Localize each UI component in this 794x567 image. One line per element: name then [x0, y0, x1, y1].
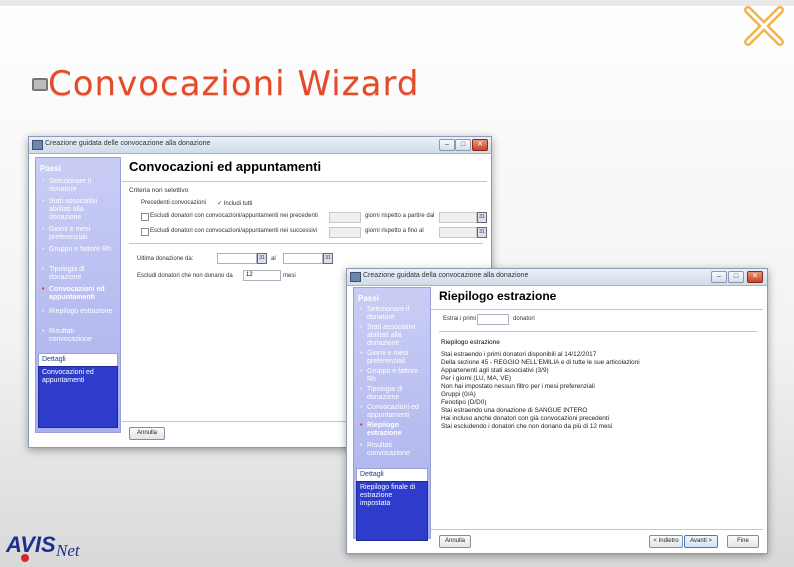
summary-line: Appartenenti agli stati associativi (3/9…	[441, 367, 549, 374]
previous-convocations-label: Precedenti convocazioni	[141, 200, 207, 206]
net-logo-text: Net	[55, 541, 81, 560]
sidebar-header: Passi	[358, 294, 379, 303]
step-1[interactable]: Selezionare il donatore	[42, 178, 115, 194]
slide-title: Convocazioni Wizard	[48, 64, 420, 104]
step-4[interactable]: Gruppo e fattore Rh	[360, 368, 427, 384]
app-icon	[32, 140, 43, 150]
summary-line: Hai incluso anche donatori con già convo…	[441, 415, 610, 422]
page-heading: Riepilogo estrazione	[439, 289, 557, 303]
exclude-future-checkbox[interactable]	[141, 228, 149, 236]
summary-line: Stai escludendo i donatori che non donan…	[441, 423, 613, 430]
calendar-icon[interactable]: 31	[323, 253, 333, 264]
exclude-previous-checkbox[interactable]	[141, 213, 149, 221]
heading-divider	[122, 181, 487, 182]
donors-label: donatori	[513, 316, 535, 322]
summary-line: Stai estraendo i primi donatori disponib…	[441, 351, 597, 358]
section-divider	[129, 243, 483, 244]
summary-title: Riepilogo estrazione	[441, 339, 500, 346]
details-box: Convocazioni ed appuntamenti	[38, 366, 118, 428]
back-button[interactable]: < Indietro	[649, 535, 683, 548]
step-2[interactable]: Stati associativi abilitati alla donazio…	[360, 324, 427, 348]
avis-logo-text: AVIS	[5, 532, 56, 557]
footer-divider	[431, 529, 763, 530]
step-6-active[interactable]: Convocazioni ed appuntamenti	[42, 286, 115, 302]
exclude-previous-days-label: giorni rispetto a partire dal	[365, 213, 435, 219]
exclude-future-label: Escludi donatori con convocazioni/appunt…	[150, 228, 318, 234]
details-header: Dettagli	[38, 353, 118, 367]
last-donation-to[interactable]	[283, 253, 323, 264]
details-box: Riepilogo finale di estrazione impostata	[356, 481, 428, 541]
step-4[interactable]: Gruppo e fattore Rh	[42, 246, 115, 254]
window-title: Creazione guidata della convocazione all…	[363, 272, 529, 279]
minimize-button[interactable]: –	[439, 139, 455, 151]
exclude-future-days-label: giorni rispetto a fino al	[365, 228, 424, 234]
summary-line: Gruppi (0/A)	[441, 391, 476, 398]
wizard-sidebar: Passi Selezionare il donatore Stati asso…	[353, 287, 431, 541]
section-divider	[439, 331, 757, 332]
first-n-input[interactable]	[477, 314, 509, 325]
wizard-sidebar: Passi Selezionare il donatore Stati asso…	[35, 157, 121, 433]
maximize-button[interactable]: □	[455, 139, 471, 151]
step-2[interactable]: Stati associativi abilitati alla donazio…	[42, 198, 115, 222]
step-6[interactable]: Convocazioni ed appuntamenti	[360, 404, 427, 420]
finish-button[interactable]: Fine	[727, 535, 759, 548]
summary-line: Della sezione 45 - REGGIO NELL'EMILIA e …	[441, 359, 640, 366]
calendar-icon[interactable]: 31	[477, 212, 487, 223]
x-logo-icon	[744, 6, 784, 46]
details-header: Dettagli	[356, 468, 428, 482]
summary-panel: Riepilogo estrazione Stai estraendo i pr…	[439, 337, 759, 533]
slide-top-strip	[0, 0, 794, 6]
window-icon	[32, 78, 48, 91]
to-label: al	[271, 256, 276, 262]
last-donation-label: Ultima donazione da:	[137, 256, 194, 262]
exclude-months-label: Escludi donatori che non donano da	[137, 273, 233, 279]
maximize-button[interactable]: □	[728, 271, 744, 283]
step-3[interactable]: Giorni e mesi preferenziali	[42, 226, 115, 242]
cancel-button[interactable]: Annulla	[129, 427, 165, 440]
window-title: Creazione guidata delle convocazione all…	[45, 140, 211, 147]
avis-net-logo: AVIS Net	[5, 532, 81, 562]
heading-divider	[431, 309, 763, 310]
summary-line: Non hai impostato nessun filtro per i me…	[441, 383, 595, 390]
months-unit: mesi	[283, 273, 296, 279]
page-heading: Convocazioni ed appuntamenti	[129, 159, 322, 174]
step-5[interactable]: Tipologia di donazione	[42, 266, 115, 282]
summary-line: Stai estraendo una donazione di SANGUE I…	[441, 407, 588, 414]
step-7-active[interactable]: Riepilogo estrazione	[360, 422, 427, 438]
minimize-button[interactable]: –	[711, 271, 727, 283]
step-1[interactable]: Selezionare il donatore	[360, 306, 427, 322]
step-7[interactable]: Riepilogo estrazione	[42, 308, 115, 316]
step-8[interactable]: Risultati convocazione	[42, 328, 115, 344]
window-titlebar: Creazione guidata della convocazione all…	[347, 269, 767, 286]
close-button[interactable]: ✕	[747, 271, 763, 283]
step-8[interactable]: Risultati convocazione	[360, 442, 427, 458]
last-donation-from[interactable]	[217, 253, 257, 264]
exclude-future-date[interactable]	[439, 227, 477, 238]
app-icon	[350, 272, 361, 282]
sidebar-header: Passi	[40, 164, 61, 173]
exclude-previous-date[interactable]	[439, 212, 477, 223]
calendar-icon[interactable]: 31	[477, 227, 487, 238]
criteria-label: Criteria non selettivo	[129, 187, 189, 194]
exclude-months-input[interactable]: 12	[243, 270, 281, 281]
summary-line: Per i giorni (LU, MA, VE)	[441, 375, 511, 382]
wizard-window-riepilogo: Creazione guidata della convocazione all…	[346, 268, 768, 554]
cancel-button[interactable]: Annulla	[439, 535, 471, 548]
include-all-radio[interactable]: ✓ Includi tutti	[217, 200, 252, 207]
exclude-previous-days[interactable]	[329, 212, 361, 223]
step-3[interactable]: Giorni e mesi preferenziali	[360, 350, 427, 366]
step-5[interactable]: Tipologia di donazione	[360, 386, 427, 402]
exclude-future-days[interactable]	[329, 227, 361, 238]
calendar-icon[interactable]: 31	[257, 253, 267, 264]
next-button[interactable]: Avanti >	[684, 535, 718, 548]
close-button[interactable]: ✕	[472, 139, 488, 151]
exclude-previous-label: Escludi donatori con convocazioni/appunt…	[150, 213, 318, 219]
window-titlebar: Creazione guidata delle convocazione all…	[29, 137, 491, 154]
first-n-label: Estrai i primi	[443, 316, 477, 322]
summary-line: Fenotipo (D/D0)	[441, 399, 487, 406]
